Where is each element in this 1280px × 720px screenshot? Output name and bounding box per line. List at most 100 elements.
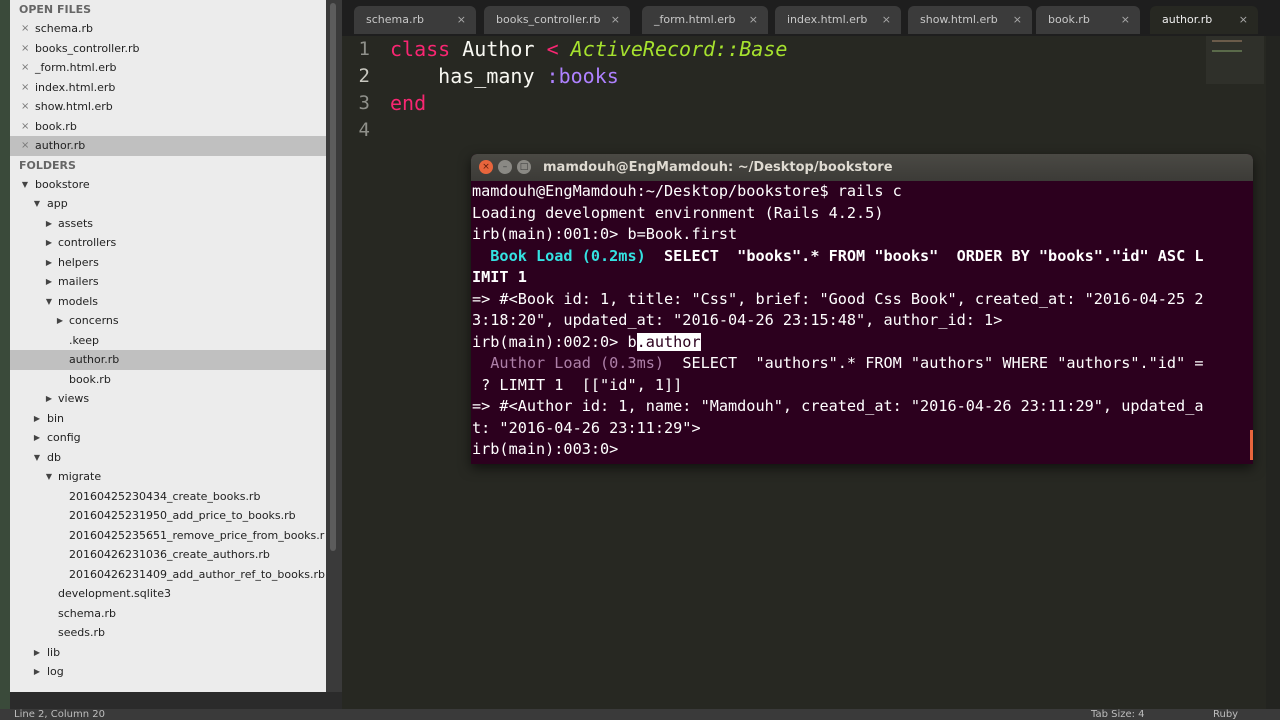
disclosure-closed-icon[interactable]: ▶ [32, 662, 42, 682]
close-icon[interactable]: × [611, 6, 620, 34]
file-migration[interactable]: 20160425235651_remove_price_from_books.r [10, 526, 326, 546]
close-icon[interactable]: × [882, 6, 891, 34]
close-icon[interactable]: × [1013, 6, 1022, 34]
minimap-preview [1212, 40, 1242, 52]
tab-schema-rb[interactable]: schema.rb × [354, 6, 476, 34]
open-file-show-html-erb[interactable]: × show.html.erb [10, 97, 326, 117]
file-development-sqlite3[interactable]: development.sqlite3 [10, 584, 326, 604]
terminal-line: IMIT 1 [472, 268, 527, 286]
disclosure-closed-icon[interactable]: ▶ [44, 389, 54, 409]
folder-lib[interactable]: ▶ lib [10, 643, 326, 663]
folder-migrate[interactable]: ▼ migrate [10, 467, 326, 487]
tab-label: _form.html.erb [654, 13, 736, 26]
open-file-book-rb[interactable]: × book.rb [10, 117, 326, 137]
folder-controllers[interactable]: ▶ controllers [10, 233, 326, 253]
close-icon[interactable]: × [21, 117, 31, 137]
file-migration[interactable]: 20160425231950_add_price_to_books.rb [10, 506, 326, 526]
disclosure-closed-icon[interactable]: ▶ [44, 253, 54, 273]
tree-label: seeds.rb [58, 626, 105, 639]
code-line-2[interactable]: has_many :books [390, 64, 619, 88]
close-icon[interactable]: × [749, 6, 758, 34]
window-maximize-icon[interactable]: □ [517, 160, 531, 174]
close-icon[interactable]: × [1239, 6, 1248, 34]
sidebar-scrollbar[interactable] [326, 0, 342, 692]
disclosure-open-icon[interactable]: ▼ [32, 194, 42, 214]
close-icon[interactable]: × [21, 19, 31, 39]
open-file-form-html-erb[interactable]: × _form.html.erb [10, 58, 326, 78]
close-icon[interactable]: × [21, 136, 31, 156]
terminal-prompt[interactable]: irb(main):003:0> [472, 439, 627, 461]
tab-show-html-erb[interactable]: show.html.erb × [908, 6, 1032, 34]
window-minimize-icon[interactable]: – [498, 160, 512, 174]
code-line-1[interactable]: class Author < ActiveRecord::Base [390, 37, 787, 61]
folder-mailers[interactable]: ▶ mailers [10, 272, 326, 292]
folder-db[interactable]: ▼ db [10, 448, 326, 468]
tab-book-rb[interactable]: book.rb × [1036, 6, 1140, 34]
close-icon[interactable]: × [21, 97, 31, 117]
disclosure-closed-icon[interactable]: ▶ [32, 428, 42, 448]
tree-label: 20160426231409_add_author_ref_to_books.r… [69, 567, 325, 581]
open-file-books-controller-rb[interactable]: × books_controller.rb [10, 39, 326, 59]
tab-form-html-erb[interactable]: _form.html.erb × [642, 6, 768, 34]
disclosure-open-icon[interactable]: ▼ [44, 292, 54, 312]
tree-label: 20160425230434_create_books.rb [69, 489, 261, 503]
disclosure-open-icon[interactable]: ▼ [20, 175, 30, 195]
tab-index-html-erb[interactable]: index.html.erb × [775, 6, 901, 34]
editor-scrollbar[interactable] [1266, 36, 1280, 709]
disclosure-open-icon[interactable]: ▼ [32, 448, 42, 468]
code-line-3[interactable]: end [390, 91, 426, 115]
tab-books-controller-rb[interactable]: books_controller.rb × [484, 6, 630, 34]
tab-label: index.html.erb [787, 13, 868, 26]
disclosure-closed-icon[interactable]: ▶ [32, 643, 42, 663]
terminal-window[interactable]: × – □ mamdouh@EngMamdouh: ~/Desktop/book… [471, 154, 1253, 464]
disclosure-closed-icon[interactable]: ▶ [44, 272, 54, 292]
disclosure-closed-icon[interactable]: ▶ [44, 214, 54, 234]
disclosure-closed-icon[interactable]: ▶ [44, 233, 54, 253]
tree-label: book.rb [69, 372, 111, 386]
close-icon[interactable]: × [21, 78, 31, 98]
file-book-rb[interactable]: book.rb [10, 370, 326, 390]
folder-models[interactable]: ▼ models [10, 292, 326, 312]
sidebar-scrollbar-thumb[interactable] [330, 3, 336, 551]
open-file-author-rb[interactable]: × author.rb [10, 136, 326, 156]
tab-author-rb[interactable]: author.rb × [1150, 6, 1258, 34]
tab-size-selector[interactable]: Tab Size: 4 [1091, 709, 1145, 720]
folder-assets[interactable]: ▶ assets [10, 214, 326, 234]
close-icon[interactable]: × [21, 39, 31, 59]
line-number: 2 [358, 65, 370, 87]
file-migration[interactable]: 20160426231036_create_authors.rb [10, 545, 326, 565]
terminal-line: t: "2016-04-26 23:11:29"> [472, 418, 701, 437]
line-number: 4 [358, 119, 370, 141]
folder-concerns[interactable]: ▶ concerns [10, 311, 326, 331]
file-seeds-rb[interactable]: seeds.rb [10, 623, 326, 643]
folder-log[interactable]: ▶ log [10, 662, 326, 682]
open-file-index-html-erb[interactable]: × index.html.erb [10, 78, 326, 98]
file-schema-rb[interactable]: schema.rb [10, 604, 326, 624]
disclosure-closed-icon[interactable]: ▶ [55, 311, 65, 331]
file-keep[interactable]: .keep [10, 331, 326, 351]
close-icon[interactable]: × [21, 58, 31, 78]
open-file-label: books_controller.rb [35, 41, 140, 55]
status-bar: Line 2, Column 20 Tab Size: 4 Ruby [0, 709, 1280, 720]
file-migration[interactable]: 20160426231409_add_author_ref_to_books.r… [10, 565, 326, 585]
disclosure-open-icon[interactable]: ▼ [44, 467, 54, 487]
minimap[interactable] [1206, 36, 1264, 84]
folder-bookstore[interactable]: ▼ bookstore [10, 175, 326, 195]
close-icon[interactable]: × [1121, 6, 1130, 34]
folder-views[interactable]: ▶ views [10, 389, 326, 409]
folder-bin[interactable]: ▶ bin [10, 409, 326, 429]
terminal-output[interactable]: mamdouh@EngMamdouh:~/Desktop/bookstore$ … [472, 181, 1252, 464]
syntax-selector[interactable]: Ruby [1213, 709, 1238, 720]
terminal-titlebar[interactable]: × – □ mamdouh@EngMamdouh: ~/Desktop/book… [471, 154, 1253, 181]
folder-config[interactable]: ▶ config [10, 428, 326, 448]
file-author-rb[interactable]: author.rb [10, 350, 326, 370]
parent-class: ActiveRecord::Base [570, 37, 788, 61]
disclosure-closed-icon[interactable]: ▶ [32, 409, 42, 429]
folder-app[interactable]: ▼ app [10, 194, 326, 214]
selected-text[interactable]: .author [636, 332, 701, 351]
file-migration[interactable]: 20160425230434_create_books.rb [10, 487, 326, 507]
close-icon[interactable]: × [457, 6, 466, 34]
open-file-schema-rb[interactable]: × schema.rb [10, 19, 326, 39]
folder-helpers[interactable]: ▶ helpers [10, 253, 326, 273]
window-close-icon[interactable]: × [479, 160, 493, 174]
